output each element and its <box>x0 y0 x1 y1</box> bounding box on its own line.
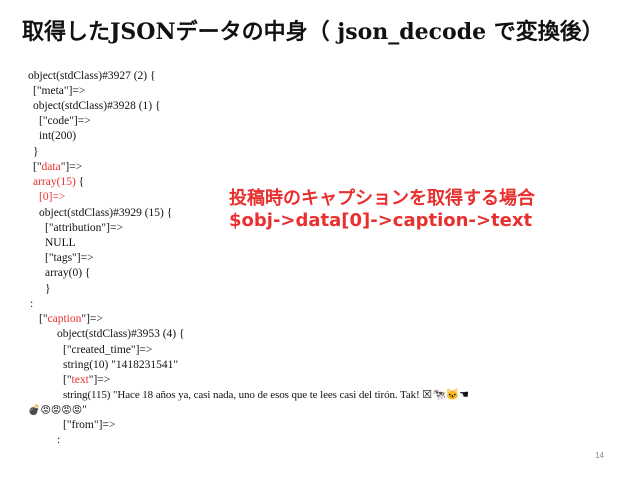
key-caption-highlight: caption <box>47 313 82 325</box>
code-line: object(stdClass)#3929 (15) { <box>39 207 173 219</box>
code-line: array(0) { <box>45 267 91 279</box>
code-line: ["caption"]=> <box>39 312 103 327</box>
code-line: array(15) { <box>33 175 84 190</box>
code-text: [" <box>33 161 42 173</box>
annotation-heading: 投稿時のキャプションを取得する場合 <box>229 188 535 209</box>
code-line: ["tags"]=> <box>45 252 94 264</box>
slide-title: 取得したJSONデータの中身（ json_decode で変換後） <box>22 19 604 45</box>
code-line: ["text"]=> <box>63 373 110 388</box>
code-line: ["meta"]=> <box>33 85 86 97</box>
code-text: [" <box>63 374 72 386</box>
code-text: "]=> <box>60 161 83 173</box>
code-line: object(stdClass)#3953 (4) { <box>57 328 185 340</box>
code-text: " <box>82 404 87 416</box>
code-text: "]=> <box>81 313 103 325</box>
code-line: ["data"]=> <box>33 160 82 175</box>
code-text: [" <box>39 313 48 325</box>
code-text: { <box>75 176 85 188</box>
code-text: "]=> <box>88 374 111 386</box>
array-highlight: array(15) <box>33 176 76 188</box>
code-line: ["attribution"]=> <box>45 222 123 234</box>
key-text-highlight: text <box>71 374 89 386</box>
annotation-code-path: $obj->data[0]->caption->text <box>229 210 533 231</box>
code-line: : <box>30 298 34 310</box>
page-number: 14 <box>595 451 604 460</box>
code-line: string(10) "1418231541" <box>63 359 179 371</box>
code-line: ["code"]=> <box>39 115 91 127</box>
code-line: ["from"]=> <box>63 419 116 431</box>
code-line: } <box>33 146 39 158</box>
code-line: object(stdClass)#3927 (2) { <box>28 70 156 82</box>
code-line: NULL <box>45 237 76 249</box>
key-data-highlight: data <box>41 161 61 173</box>
code-line: ["created_time"]=> <box>63 344 153 356</box>
code-line: object(stdClass)#3928 (1) { <box>33 100 161 112</box>
emoji-sequence: 💣😡😡😡😡 <box>28 405 83 416</box>
code-line: 💣😡😡😡😡" <box>28 403 87 418</box>
index-highlight: [0]=> <box>39 191 66 203</box>
code-line: } <box>45 283 51 295</box>
code-line: : <box>57 434 61 446</box>
code-line: int(200) <box>39 130 77 142</box>
caption-string-line: string(115) "Hace 18 años ya, casi nada,… <box>63 389 469 401</box>
